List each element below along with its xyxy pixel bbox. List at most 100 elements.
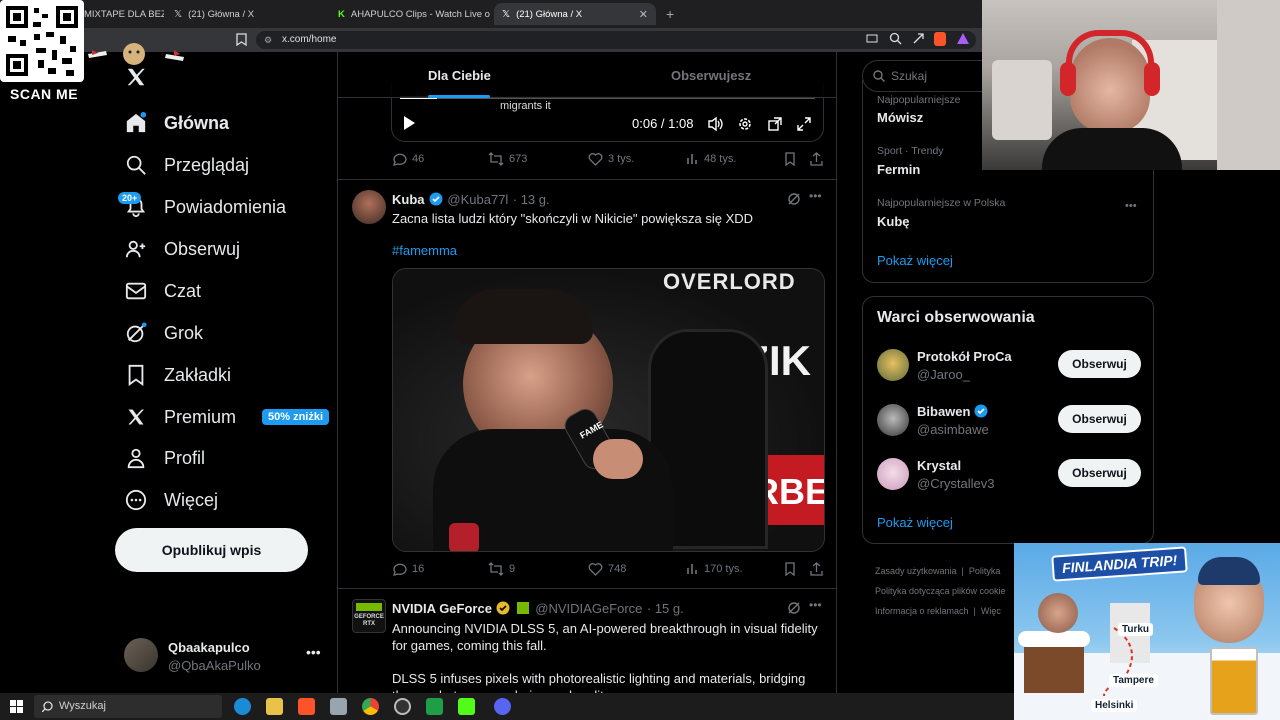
play-icon[interactable]	[402, 115, 416, 131]
like-button[interactable]: 748	[588, 562, 626, 576]
tweet[interactable]: GEFORCE RTX NVIDIA GeForce @NVIDIAGeForc…	[338, 589, 836, 693]
avatar[interactable]: GEFORCE RTX	[352, 599, 386, 633]
browser-tab-active[interactable]: 𝕏 (21) Główna / X ✕	[494, 3, 656, 25]
nav-item-notifications[interactable]: Powiadomienia	[124, 187, 286, 227]
follow-button[interactable]: Obserwuj	[1058, 350, 1141, 378]
bookmark-star-icon[interactable]	[236, 33, 247, 46]
trend-item[interactable]: Kubę	[877, 214, 910, 229]
app-icon[interactable]	[458, 698, 475, 715]
suggested-user[interactable]: Protokół ProCa @Jaroo_ Obserwuj	[877, 347, 1141, 387]
user-name[interactable]: Protokół ProCa	[917, 349, 1012, 364]
footer-link[interactable]: Informacja o reklamach	[875, 606, 969, 616]
repost-button[interactable]: 673	[488, 152, 527, 166]
views-button[interactable]: 48 tys.	[686, 152, 736, 165]
avatar[interactable]	[877, 458, 909, 490]
tab-following[interactable]: Obserwujesz	[671, 68, 751, 83]
avatar[interactable]	[352, 190, 386, 224]
like-button[interactable]: 3 tys.	[588, 152, 634, 166]
more-dots-icon[interactable]: •••	[809, 598, 822, 612]
discord-icon[interactable]	[494, 698, 511, 715]
close-tab-icon[interactable]: ✕	[639, 8, 648, 21]
brave-shield-icon[interactable]	[934, 32, 946, 46]
author-handle[interactable]: @Kuba77l	[447, 192, 508, 207]
share-icon[interactable]	[810, 562, 823, 576]
grok-icon[interactable]	[787, 601, 801, 615]
windows-start-icon[interactable]	[10, 700, 23, 713]
avatar[interactable]	[877, 404, 909, 436]
footer-link[interactable]: Więc	[981, 606, 1001, 616]
fullscreen-icon[interactable]	[796, 116, 812, 132]
nav-item-grok[interactable]: Grok	[124, 313, 203, 353]
nav-item-follow[interactable]: Obserwuj	[124, 229, 240, 269]
trend-item[interactable]: Fermin	[877, 162, 920, 177]
post-button[interactable]: Opublikuj wpis	[115, 528, 308, 572]
trend-item[interactable]: Mówisz	[877, 110, 923, 125]
bookmark-icon[interactable]	[784, 562, 796, 576]
suggested-user[interactable]: Krystal @Crystallev3 Obserwuj	[877, 456, 1141, 496]
browser-tab[interactable]: MIXTAPE DLA BEZROB	[76, 3, 164, 25]
follow-button[interactable]: Obserwuj	[1058, 405, 1141, 433]
more-dots-icon[interactable]: •••	[306, 644, 321, 660]
screen-icon[interactable]	[866, 33, 878, 45]
author-name[interactable]: Kuba	[392, 192, 425, 207]
app-icon[interactable]	[330, 698, 347, 715]
volume-icon[interactable]	[707, 116, 723, 132]
more-dots-icon[interactable]: •••	[1125, 200, 1137, 212]
avatar[interactable]	[877, 349, 909, 381]
bookmark-icon[interactable]	[784, 152, 796, 166]
nav-item-more[interactable]: Więcej	[124, 480, 218, 520]
nav-item-explore[interactable]: Przeglądaj	[124, 145, 249, 185]
brave-icon[interactable]	[298, 698, 315, 715]
footer-link[interactable]: Zasady użytkowania	[875, 566, 957, 576]
app-icon[interactable]	[426, 698, 443, 715]
share-icon[interactable]	[912, 32, 925, 45]
nav-item-home[interactable]: Główna	[124, 103, 229, 143]
nav-item-bookmarks[interactable]: Zakładki	[124, 355, 231, 395]
file-explorer-icon[interactable]	[266, 698, 283, 715]
browser-tab[interactable]: K AHAPULCO Clips - Watch Live on Kick	[330, 3, 490, 25]
suggested-user[interactable]: Bibawen @asimbawe Obserwuj	[877, 402, 1141, 442]
user-handle: @asimbawe	[917, 422, 989, 437]
nav-item-premium[interactable]: Premium 50% zniżki	[124, 397, 330, 437]
reply-button[interactable]: 46	[392, 152, 424, 166]
tweet-media-image[interactable]: OVERLORD DZIK PERBET FAME	[392, 268, 825, 552]
grok-icon[interactable]	[787, 192, 801, 206]
promo-title: FINLANDIA TRIP!	[1051, 546, 1189, 582]
tweet[interactable]: Kuba @Kuba77l · 13 g. ••• Zacna lista lu…	[338, 180, 836, 589]
reply-button[interactable]: 16	[392, 562, 424, 576]
author-name[interactable]: NVIDIA GeForce	[392, 601, 492, 616]
tweet-time[interactable]: · 13 g.	[513, 192, 550, 207]
footer-link[interactable]: Polityka	[969, 566, 1001, 576]
tab-for-you[interactable]: Dla Ciebie	[428, 68, 491, 83]
browser-tab[interactable]: 𝕏 (21) Główna / X	[166, 3, 328, 25]
account-switcher[interactable]: Qbaakapulco @QbaAkaPulko •••	[124, 638, 324, 678]
follow-button[interactable]: Obserwuj	[1058, 459, 1141, 487]
show-more-link[interactable]: Pokaż więcej	[877, 515, 953, 530]
site-info-icon[interactable]: ⚙	[264, 31, 272, 49]
tweet-time[interactable]: · 15 g.	[647, 601, 684, 616]
nav-label: Główna	[164, 112, 230, 133]
more-dots-icon[interactable]: •••	[809, 189, 822, 203]
hashtag-link[interactable]: #famemma	[392, 243, 457, 258]
obs-icon[interactable]	[394, 698, 411, 715]
settings-gear-icon[interactable]	[737, 116, 753, 132]
taskbar-search[interactable]: Wyszukaj	[34, 695, 222, 718]
user-name[interactable]: Bibawen	[917, 404, 988, 419]
author-handle[interactable]: @NVIDIAGeForce	[535, 601, 642, 616]
edge-icon[interactable]	[234, 698, 251, 715]
share-icon[interactable]	[810, 152, 823, 166]
nav-item-chat[interactable]: Czat	[124, 271, 201, 311]
x-logo-icon[interactable]	[125, 66, 147, 88]
footer-link[interactable]: Polityka dotycząca plików cookie	[875, 586, 1006, 596]
repost-button[interactable]: 9	[488, 562, 515, 576]
new-tab-button[interactable]: +	[658, 3, 680, 25]
user-name[interactable]: Krystal	[917, 458, 961, 473]
zoom-icon[interactable]	[889, 32, 902, 45]
scan-me-label: SCAN ME	[10, 86, 79, 102]
views-button[interactable]: 170 tys.	[686, 562, 743, 575]
brave-rewards-icon[interactable]	[957, 33, 969, 44]
nav-item-profile[interactable]: Profil	[124, 438, 205, 478]
popout-icon[interactable]	[767, 116, 783, 132]
show-more-link[interactable]: Pokaż więcej	[877, 253, 953, 268]
chrome-icon[interactable]	[362, 698, 379, 715]
